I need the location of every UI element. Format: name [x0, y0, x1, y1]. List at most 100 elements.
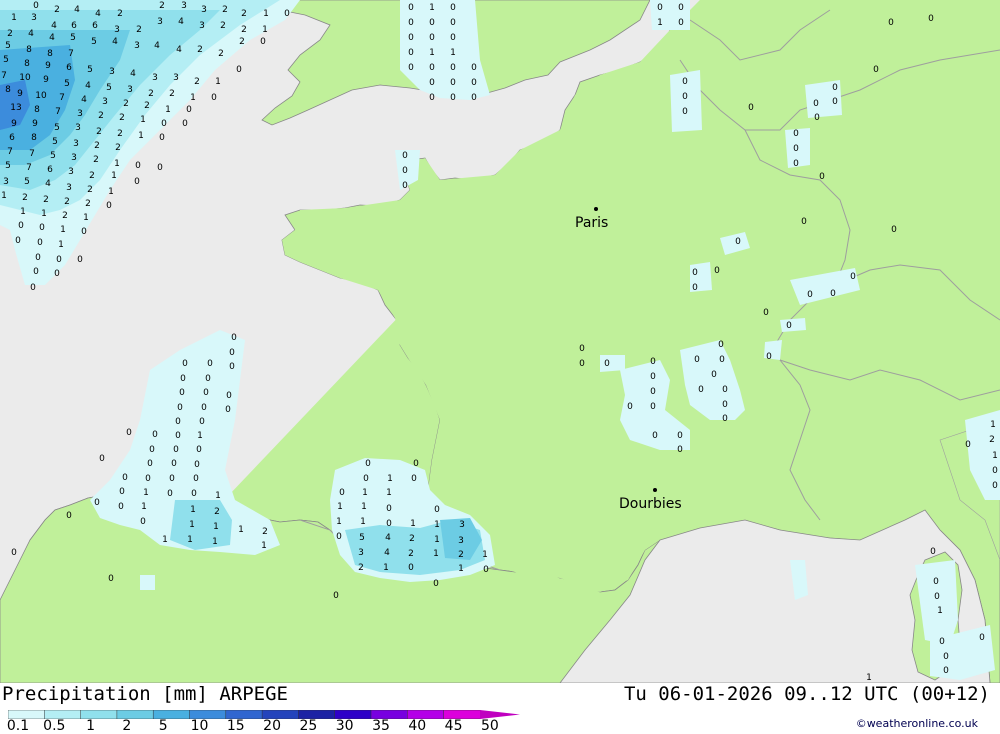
precip-label: 0	[965, 440, 971, 450]
precip-label: 3	[77, 109, 83, 119]
precip-label: 2	[64, 197, 70, 207]
credit-link[interactable]: ©weatheronline.co.uk	[856, 717, 978, 730]
precip-label: 4	[81, 95, 87, 105]
precip-label: 0	[819, 172, 825, 182]
precip-label: 0	[979, 633, 985, 643]
precip-label: 0	[94, 498, 100, 508]
precip-label: 1	[20, 207, 26, 217]
precip-label: 1	[197, 431, 203, 441]
precip-label: 5	[359, 533, 365, 543]
precip-label: 0	[801, 217, 807, 227]
precip-label: 0	[678, 3, 684, 13]
precip-label: 0	[126, 428, 132, 438]
precip-label: 1	[238, 525, 244, 535]
precip-label: 2	[241, 25, 247, 35]
precip-label: 9	[45, 61, 51, 71]
precip-label: 0	[15, 236, 21, 246]
precip-label: 0	[99, 454, 105, 464]
precip-label: 3	[109, 67, 115, 77]
precip-label: 3	[199, 21, 205, 31]
precip-label: 10	[35, 91, 47, 101]
precip-label: 0	[236, 65, 242, 75]
precip-label: 0	[766, 352, 772, 362]
precip-label: 8	[26, 45, 32, 55]
precip-label: 3	[75, 123, 81, 133]
precip-label: 0	[402, 181, 408, 191]
precip-label: 1	[383, 563, 389, 573]
scale-tick-label: 30	[335, 718, 354, 734]
precip-label: 2	[169, 89, 175, 99]
scale-tick-label: 20	[263, 718, 282, 734]
precip-label: 2	[43, 195, 49, 205]
precip-label: 4	[154, 41, 160, 51]
precip-label: 2	[117, 129, 123, 139]
scale-tick-label: 50	[480, 718, 499, 734]
precip-label: 0	[930, 547, 936, 557]
precip-label: 5	[5, 41, 11, 51]
precip-label: 2	[239, 37, 245, 47]
precip-label: 3	[68, 167, 74, 177]
precip-label: 1	[434, 535, 440, 545]
precip-label: 0	[108, 574, 114, 584]
precip-label: 0	[408, 18, 414, 28]
precip-label: 2	[87, 185, 93, 195]
precip-label: 0	[682, 92, 688, 102]
precip-label: 0	[450, 63, 456, 73]
precip-label: 1	[429, 48, 435, 58]
precip-label: 7	[59, 93, 65, 103]
precip-label: 2	[119, 113, 125, 123]
precip-label: 0	[175, 417, 181, 427]
precip-label: 0	[229, 362, 235, 372]
precip-label: 0	[386, 504, 392, 514]
precip-label: 8	[31, 133, 37, 143]
precip-label: 2	[7, 29, 13, 39]
precip-label: 1	[482, 550, 488, 560]
precip-label: 0	[333, 591, 339, 601]
precip-label: 1	[433, 549, 439, 559]
precip-label: 0	[386, 519, 392, 529]
precip-label: 0	[180, 374, 186, 384]
precip-label: 3	[152, 73, 158, 83]
precip-label: 5	[106, 83, 112, 93]
precip-label: 0	[682, 77, 688, 87]
precip-label: 0	[450, 33, 456, 43]
scale-tick-label: 2	[122, 718, 132, 734]
precip-label: 9	[32, 119, 38, 129]
precip-label: 0	[793, 144, 799, 154]
precip-label: 0	[604, 359, 610, 369]
precip-label: 8	[5, 85, 11, 95]
precip-label: 0	[159, 133, 165, 143]
precip-label: 1	[143, 488, 149, 498]
precip-label: 0	[363, 474, 369, 484]
precip-label: 0	[106, 201, 112, 211]
precip-label: 3	[173, 73, 179, 83]
precip-label: 2	[89, 171, 95, 181]
precip-label: 0	[830, 289, 836, 299]
precip-label: 1	[337, 502, 343, 512]
precip-label: 1	[362, 488, 368, 498]
precip-label: 8	[47, 49, 53, 59]
precip-label: 1	[187, 535, 193, 545]
precip-label: 0	[169, 474, 175, 484]
precip-label: 0	[807, 290, 813, 300]
precip-label: 0	[135, 161, 141, 171]
precip-label: 0	[579, 359, 585, 369]
precip-label: 0	[199, 417, 205, 427]
precip-label: 2	[409, 534, 415, 544]
precip-label: 0	[231, 333, 237, 343]
precip-label: 2	[144, 101, 150, 111]
precip-label: 0	[450, 78, 456, 88]
precip-label: 1	[434, 520, 440, 530]
precip-label: 5	[52, 137, 58, 147]
precip-label: 0	[191, 489, 197, 499]
precip-label: 0	[408, 63, 414, 73]
precip-label: 0	[888, 18, 894, 28]
precip-label: 0	[30, 283, 36, 293]
precip-label: 1	[212, 537, 218, 547]
precip-label: 1	[215, 77, 221, 87]
precip-label: 0	[657, 3, 663, 13]
precip-label: 0	[891, 225, 897, 235]
precip-label: 0	[186, 105, 192, 115]
precip-label: 5	[50, 151, 56, 161]
precip-label: 0	[336, 532, 342, 542]
